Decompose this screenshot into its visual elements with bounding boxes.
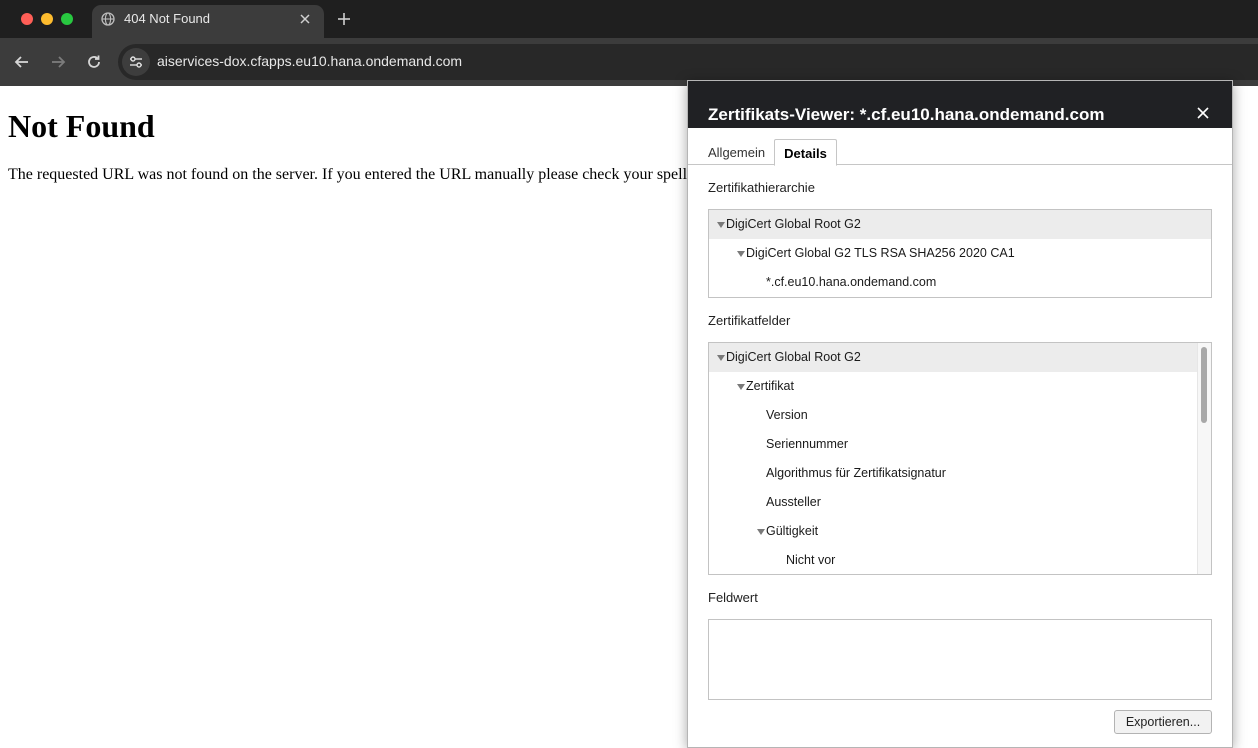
- globe-icon: [101, 12, 115, 26]
- browser-toolbar: aiservices-dox.cfapps.eu10.hana.ondemand…: [0, 38, 1258, 86]
- address-bar[interactable]: aiservices-dox.cfapps.eu10.hana.ondemand…: [118, 44, 1258, 80]
- page-message: The requested URL was not found on the s…: [8, 166, 688, 183]
- reload-icon[interactable]: [85, 53, 103, 71]
- expand-triangle-icon[interactable]: [717, 355, 725, 361]
- tab-allgemein[interactable]: Allgemein: [708, 139, 765, 165]
- tab-title: 404 Not Found: [124, 11, 211, 26]
- forward-arrow-icon[interactable]: [49, 53, 67, 71]
- window-close-button[interactable]: [21, 13, 33, 25]
- browser-tab-strip: 404 Not Found: [0, 0, 1258, 38]
- tree-row-label: Algorithmus für Zertifikatsignatur: [766, 466, 946, 480]
- tree-row[interactable]: Version: [709, 401, 1211, 430]
- tree-row-label: Seriennummer: [766, 437, 848, 451]
- dialog-tabs: Allgemein Details: [688, 139, 1232, 166]
- tree-row[interactable]: *.cf.eu10.hana.ondemand.com: [709, 268, 1211, 297]
- tree-row-label: Zertifikat: [746, 379, 794, 393]
- fields-scrollbar[interactable]: [1197, 343, 1211, 574]
- tree-row[interactable]: Zertifikat: [709, 372, 1211, 401]
- expand-triangle-icon[interactable]: [757, 529, 765, 535]
- field-value-box[interactable]: [708, 619, 1212, 700]
- close-icon[interactable]: [1196, 106, 1210, 120]
- tree-row[interactable]: Algorithmus für Zertifikatsignatur: [709, 459, 1211, 488]
- tree-row-label: Aussteller: [766, 495, 821, 509]
- browser-tab-active[interactable]: 404 Not Found: [92, 5, 324, 38]
- close-tab-icon[interactable]: [299, 13, 311, 25]
- tab-details[interactable]: Details: [774, 139, 837, 166]
- back-arrow-icon[interactable]: [13, 53, 31, 71]
- certificate-hierarchy-tree[interactable]: DigiCert Global Root G2 DigiCert Global G…: [708, 209, 1212, 298]
- tree-row-label: DigiCert Global Root G2: [726, 217, 861, 231]
- page-heading: Not Found: [8, 108, 155, 144]
- tree-row[interactable]: Gültigkeit: [709, 517, 1211, 546]
- hierarchy-label: Zertifikathierarchie: [708, 180, 815, 195]
- tree-row[interactable]: Nicht vor: [709, 546, 1211, 574]
- window-maximize-button[interactable]: [61, 13, 73, 25]
- tree-row[interactable]: DigiCert Global G2 TLS RSA SHA256 2020 C…: [709, 239, 1211, 268]
- tree-row-label: DigiCert Global Root G2: [726, 350, 861, 364]
- certificate-fields-tree[interactable]: DigiCert Global Root G2 Zertifikat Version…: [708, 342, 1212, 575]
- tree-row-label: Version: [766, 408, 808, 422]
- tree-row[interactable]: DigiCert Global Root G2: [709, 210, 1211, 239]
- expand-triangle-icon[interactable]: [737, 384, 745, 390]
- tree-row-label: DigiCert Global G2 TLS RSA SHA256 2020 C…: [746, 246, 1015, 260]
- url-text[interactable]: aiservices-dox.cfapps.eu10.hana.ondemand…: [157, 53, 462, 69]
- tree-row-label: Gültigkeit: [766, 524, 819, 538]
- fields-label: Zertifikatfelder: [708, 313, 791, 328]
- site-info-button[interactable]: [122, 48, 150, 76]
- expand-triangle-icon[interactable]: [737, 251, 745, 257]
- export-button[interactable]: Exportieren...: [1114, 710, 1212, 734]
- tree-row-label: Nicht vor: [786, 553, 836, 567]
- tree-row-label: *.cf.eu10.hana.ondemand.com: [766, 275, 937, 289]
- certificate-viewer-dialog: Zertifikats-Viewer: *.cf.eu10.hana.ondem…: [687, 80, 1233, 748]
- expand-triangle-icon[interactable]: [717, 222, 725, 228]
- field-value-label: Feldwert: [708, 590, 758, 605]
- tree-row[interactable]: Seriennummer: [709, 430, 1211, 459]
- dialog-header: Zertifikats-Viewer: *.cf.eu10.hana.ondem…: [688, 81, 1232, 128]
- tree-row[interactable]: Aussteller: [709, 488, 1211, 517]
- dialog-title: Zertifikats-Viewer: *.cf.eu10.hana.ondem…: [708, 105, 1105, 124]
- window-minimize-button[interactable]: [41, 13, 53, 25]
- scrollbar-thumb[interactable]: [1201, 347, 1207, 423]
- new-tab-plus-icon[interactable]: [336, 11, 352, 27]
- tree-row[interactable]: DigiCert Global Root G2: [709, 343, 1211, 372]
- fields-tree-rows: DigiCert Global Root G2 Zertifikat Version…: [709, 343, 1211, 574]
- tune-icon: [130, 56, 142, 68]
